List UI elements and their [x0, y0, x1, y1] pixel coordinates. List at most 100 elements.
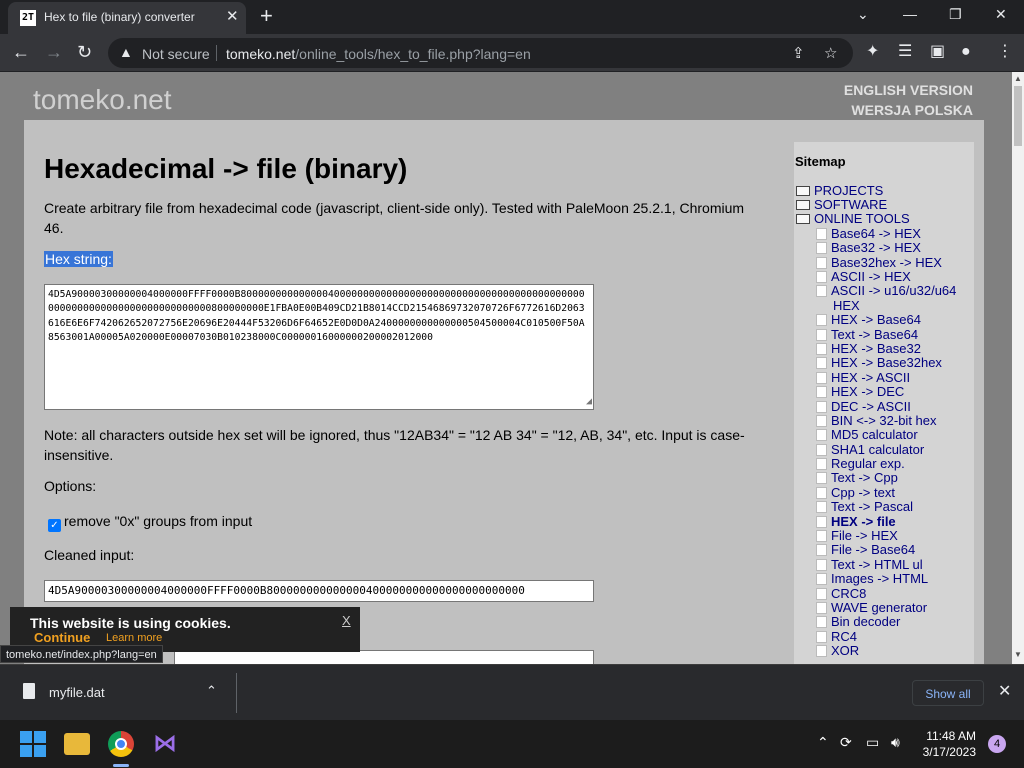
- sitemap-item[interactable]: HEX -> ASCII: [816, 370, 910, 385]
- volume-icon[interactable]: 🔊︎: [891, 734, 900, 751]
- sitemap-item[interactable]: Text -> Pascal: [816, 499, 913, 514]
- sitemap-item[interactable]: File -> Base64: [816, 542, 915, 557]
- sitemap-item-label[interactable]: ASCII -> HEX: [831, 269, 911, 284]
- remove-0x-option[interactable]: ✓ remove "0x" groups from input: [48, 513, 252, 532]
- media-queue-icon[interactable]: ☰: [898, 43, 912, 61]
- sitemap-item[interactable]: File -> HEX: [816, 528, 898, 543]
- sitemap-item[interactable]: WAVE generator: [816, 600, 927, 615]
- cookie-close-button[interactable]: X: [342, 613, 351, 628]
- sitemap-item[interactable]: Base32hex -> HEX: [816, 255, 942, 270]
- sitemap-item[interactable]: Base32 -> HEX: [816, 240, 921, 255]
- minimize-icon[interactable]: —: [903, 6, 917, 22]
- sitemap-item-label[interactable]: Text -> Cpp: [831, 470, 898, 485]
- remove-0x-checkbox[interactable]: ✓: [48, 519, 61, 532]
- sitemap-item[interactable]: BIN <-> 32-bit hex: [816, 413, 937, 428]
- sitemap-item[interactable]: Images -> HTML: [816, 571, 928, 586]
- sitemap-item-label[interactable]: HEX -> Base32: [831, 341, 921, 356]
- sitemap-item[interactable]: SHA1 calculator: [816, 442, 924, 457]
- tab-active[interactable]: 2T Hex to file (binary) converter ✕: [8, 2, 246, 34]
- sitemap-item-label[interactable]: File -> Base64: [831, 542, 915, 557]
- sitemap-item-label[interactable]: HEX -> DEC: [831, 384, 904, 399]
- site-logo[interactable]: tomeko.net: [33, 84, 172, 116]
- address-bar[interactable]: ▲ Not secure tomeko.net/online_tools/hex…: [108, 38, 853, 68]
- tab-close-icon[interactable]: ✕: [226, 8, 239, 26]
- download-options-chevron-icon[interactable]: ⌃: [206, 683, 217, 699]
- sitemap-item[interactable]: ASCII -> HEX: [816, 269, 911, 284]
- sitemap-item-label[interactable]: XOR: [831, 643, 859, 658]
- scroll-down-arrow-icon[interactable]: ▼: [1014, 650, 1022, 659]
- network-icon[interactable]: ▭: [866, 734, 879, 751]
- url-text[interactable]: tomeko.net/online_tools/hex_to_file.php?…: [226, 46, 531, 62]
- reload-icon[interactable]: ↻: [77, 42, 92, 62]
- sitemap-item[interactable]: Text -> Base64: [816, 327, 918, 342]
- sitemap-item[interactable]: Base64 -> HEX: [816, 226, 921, 241]
- sitemap-item-label[interactable]: Text -> Base64: [831, 327, 918, 342]
- cookie-continue-button[interactable]: Continue: [34, 630, 90, 645]
- resize-handle-icon[interactable]: ◢: [586, 395, 592, 409]
- sitemap-item-label[interactable]: HEX -> Base32hex: [831, 355, 942, 370]
- sitemap-item-label[interactable]: HEX: [833, 298, 860, 313]
- sitemap-item[interactable]: XOR: [816, 643, 859, 658]
- sitemap-item[interactable]: ASCII -> u16/u32/u64: [816, 283, 956, 298]
- folder-label[interactable]: ONLINE TOOLS: [814, 211, 910, 226]
- download-shelf-close-icon[interactable]: ✕: [998, 681, 1011, 701]
- window-close-icon[interactable]: ✕: [995, 6, 1007, 23]
- sitemap-item-label[interactable]: DEC -> ASCII: [831, 399, 911, 414]
- sitemap-item[interactable]: Text -> HTML ul: [816, 557, 923, 572]
- sitemap-item-label[interactable]: Text -> HTML ul: [831, 557, 923, 572]
- file-explorer-icon[interactable]: [64, 733, 90, 755]
- english-version-link[interactable]: ENGLISH VERSION: [844, 82, 973, 98]
- notification-badge[interactable]: 4: [988, 735, 1006, 753]
- sitemap-item-label[interactable]: Base32hex -> HEX: [831, 255, 942, 270]
- sitemap-item-wrap[interactable]: HEX: [833, 298, 860, 313]
- hex-string-input[interactable]: 4D5A90000300000004000000FFFF0000B8000000…: [44, 284, 594, 410]
- output-field[interactable]: [174, 650, 594, 664]
- sitemap-item-label[interactable]: MD5 calculator: [831, 427, 918, 442]
- system-clock[interactable]: 11:48 AM 3/17/2023: [918, 728, 976, 760]
- sitemap-item-label[interactable]: ASCII -> u16/u32/u64: [831, 283, 956, 298]
- sitemap-folder-projects[interactable]: PROJECTS: [796, 183, 883, 198]
- sitemap-item[interactable]: HEX -> DEC: [816, 384, 904, 399]
- sitemap-item-label[interactable]: Regular exp.: [831, 456, 905, 471]
- sitemap-item[interactable]: HEX -> Base64: [816, 312, 921, 327]
- visual-studio-icon[interactable]: ⋈: [152, 731, 178, 757]
- sitemap-item-label[interactable]: HEX -> file: [831, 514, 896, 529]
- warning-triangle-icon[interactable]: ▲: [119, 44, 133, 60]
- extensions-puzzle-icon[interactable]: ✦: [866, 43, 879, 61]
- sitemap-item[interactable]: HEX -> Base32: [816, 341, 921, 356]
- scroll-thumb[interactable]: [1014, 86, 1022, 146]
- folder-label[interactable]: SOFTWARE: [814, 197, 887, 212]
- scroll-up-arrow-icon[interactable]: ▲: [1014, 74, 1022, 83]
- bookmark-star-icon[interactable]: ☆: [824, 44, 837, 62]
- sitemap-item-label[interactable]: HEX -> Base64: [831, 312, 921, 327]
- sitemap-item[interactable]: Bin decoder: [816, 614, 900, 629]
- sitemap-item[interactable]: Cpp -> text: [816, 485, 895, 500]
- sitemap-item[interactable]: RC4: [816, 629, 857, 644]
- tab-search-chevron-icon[interactable]: ⌄: [857, 6, 869, 23]
- sitemap-item-label[interactable]: Bin decoder: [831, 614, 900, 629]
- tray-overflow-chevron-icon[interactable]: ⌃: [817, 734, 829, 751]
- folder-label[interactable]: PROJECTS: [814, 183, 883, 198]
- polish-version-link[interactable]: WERSJA POLSKA: [851, 102, 973, 118]
- sitemap-item-label[interactable]: Images -> HTML: [831, 571, 928, 586]
- sitemap-item-label[interactable]: CRC8: [831, 586, 866, 601]
- cleaned-input-field[interactable]: 4D5A90000300000004000000FFFF0000B8000000…: [44, 580, 594, 602]
- sitemap-item[interactable]: DEC -> ASCII: [816, 399, 911, 414]
- back-arrow-icon[interactable]: ←: [12, 42, 30, 62]
- profile-avatar-icon[interactable]: ●: [961, 43, 971, 61]
- share-icon[interactable]: ⇪: [792, 44, 805, 62]
- sitemap-item-label[interactable]: Cpp -> text: [831, 485, 895, 500]
- cookie-learn-more-link[interactable]: Learn more: [106, 632, 162, 644]
- browser-menu-icon[interactable]: ⋮: [997, 43, 1013, 61]
- sitemap-item-label[interactable]: Base64 -> HEX: [831, 226, 921, 241]
- show-all-button[interactable]: Show all: [912, 680, 984, 706]
- sitemap-item-label[interactable]: BIN <-> 32-bit hex: [831, 413, 937, 428]
- sitemap-item-label[interactable]: Base32 -> HEX: [831, 240, 921, 255]
- sitemap-item-label[interactable]: RC4: [831, 629, 857, 644]
- sitemap-item[interactable]: MD5 calculator: [816, 427, 918, 442]
- sitemap-folder-online-tools[interactable]: ONLINE TOOLS: [796, 211, 910, 226]
- sitemap-item-label[interactable]: HEX -> ASCII: [831, 370, 910, 385]
- sitemap-item-label[interactable]: SHA1 calculator: [831, 442, 924, 457]
- not-secure-label[interactable]: Not secure: [142, 46, 210, 62]
- sitemap-item-label[interactable]: Text -> Pascal: [831, 499, 913, 514]
